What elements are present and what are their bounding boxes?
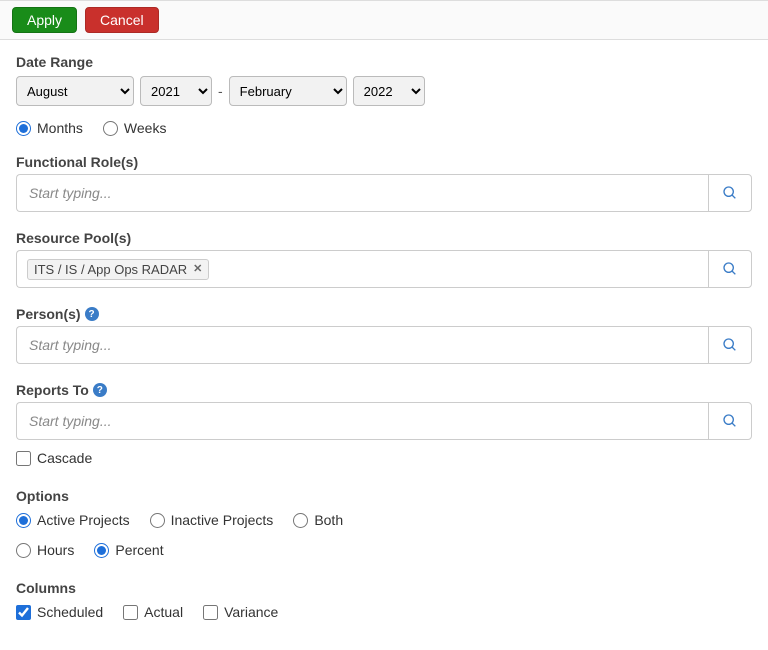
actual-checkbox-label: Actual: [144, 604, 183, 620]
functional-roles-group: [16, 174, 752, 212]
hours-radio-input[interactable]: [16, 543, 31, 558]
variance-checkbox-label: Variance: [224, 604, 278, 620]
weeks-radio-label: Weeks: [124, 120, 167, 136]
hours-radio[interactable]: Hours: [16, 542, 74, 558]
both-projects-radio[interactable]: Both: [293, 512, 343, 528]
scheduled-checkbox[interactable]: Scheduled: [16, 604, 103, 620]
date-range-separator: -: [218, 83, 223, 99]
help-icon[interactable]: ?: [93, 383, 107, 397]
hours-radio-label: Hours: [37, 542, 74, 558]
cascade-checkbox-label: Cascade: [37, 450, 92, 466]
search-icon: [722, 261, 738, 277]
percent-radio-label: Percent: [115, 542, 163, 558]
action-toolbar: Apply Cancel: [0, 0, 768, 40]
reports-to-search-button[interactable]: [708, 402, 752, 440]
resource-pools-search-button[interactable]: [708, 250, 752, 288]
resource-pools-label: Resource Pool(s): [16, 230, 752, 246]
active-projects-radio-label: Active Projects: [37, 512, 130, 528]
project-filter-group: Active Projects Inactive Projects Both: [16, 512, 752, 528]
options-label: Options: [16, 488, 752, 504]
functional-roles-search-button[interactable]: [708, 174, 752, 212]
help-icon[interactable]: ?: [85, 307, 99, 321]
percent-radio[interactable]: Percent: [94, 542, 163, 558]
reports-to-input[interactable]: [27, 412, 698, 430]
functional-roles-input[interactable]: [27, 184, 698, 202]
resource-pools-group: ITS / IS / App Ops RADAR ✕: [16, 250, 752, 288]
inactive-projects-radio[interactable]: Inactive Projects: [150, 512, 274, 528]
cascade-checkbox-input[interactable]: [16, 451, 31, 466]
reports-to-label: Reports To ?: [16, 382, 752, 398]
variance-checkbox-input[interactable]: [203, 605, 218, 620]
actual-checkbox[interactable]: Actual: [123, 604, 183, 620]
persons-label: Person(s) ?: [16, 306, 752, 322]
cancel-button[interactable]: Cancel: [85, 7, 159, 33]
granularity-radio-group: Months Weeks: [16, 120, 752, 136]
persons-input[interactable]: [27, 336, 698, 354]
reports-to-input-wrap[interactable]: [16, 402, 708, 440]
resource-pool-tag[interactable]: ITS / IS / App Ops RADAR ✕: [27, 259, 209, 280]
columns-label: Columns: [16, 580, 752, 596]
resource-pool-tag-label: ITS / IS / App Ops RADAR: [34, 262, 187, 277]
resource-pools-input[interactable]: [215, 260, 698, 278]
search-icon: [722, 413, 738, 429]
end-year-select[interactable]: 2022: [353, 76, 425, 106]
search-icon: [722, 337, 738, 353]
functional-roles-label: Functional Role(s): [16, 154, 752, 170]
start-year-select[interactable]: 2021: [140, 76, 212, 106]
actual-checkbox-input[interactable]: [123, 605, 138, 620]
date-range-row: August 2021 - February 2022: [16, 76, 752, 106]
date-range-label: Date Range: [16, 54, 752, 70]
active-projects-radio[interactable]: Active Projects: [16, 512, 130, 528]
months-radio-label: Months: [37, 120, 83, 136]
persons-input-wrap[interactable]: [16, 326, 708, 364]
resource-pools-input-wrap[interactable]: ITS / IS / App Ops RADAR ✕: [16, 250, 708, 288]
scheduled-checkbox-label: Scheduled: [37, 604, 103, 620]
both-projects-radio-input[interactable]: [293, 513, 308, 528]
end-month-select[interactable]: February: [229, 76, 347, 106]
inactive-projects-radio-input[interactable]: [150, 513, 165, 528]
search-icon: [722, 185, 738, 201]
functional-roles-input-wrap[interactable]: [16, 174, 708, 212]
months-radio[interactable]: Months: [16, 120, 83, 136]
apply-button[interactable]: Apply: [12, 7, 77, 33]
percent-radio-input[interactable]: [94, 543, 109, 558]
cascade-checkbox[interactable]: Cascade: [16, 450, 752, 466]
inactive-projects-radio-label: Inactive Projects: [171, 512, 274, 528]
months-radio-input[interactable]: [16, 121, 31, 136]
persons-search-button[interactable]: [708, 326, 752, 364]
columns-checkbox-group: Scheduled Actual Variance: [16, 604, 752, 620]
weeks-radio[interactable]: Weeks: [103, 120, 167, 136]
filter-form: Date Range August 2021 - February 2022 M…: [0, 40, 768, 644]
variance-checkbox[interactable]: Variance: [203, 604, 278, 620]
close-icon[interactable]: ✕: [193, 264, 202, 275]
weeks-radio-input[interactable]: [103, 121, 118, 136]
scheduled-checkbox-input[interactable]: [16, 605, 31, 620]
persons-group: [16, 326, 752, 364]
unit-radio-group: Hours Percent: [16, 542, 752, 558]
both-projects-radio-label: Both: [314, 512, 343, 528]
start-month-select[interactable]: August: [16, 76, 134, 106]
reports-to-group: [16, 402, 752, 440]
active-projects-radio-input[interactable]: [16, 513, 31, 528]
